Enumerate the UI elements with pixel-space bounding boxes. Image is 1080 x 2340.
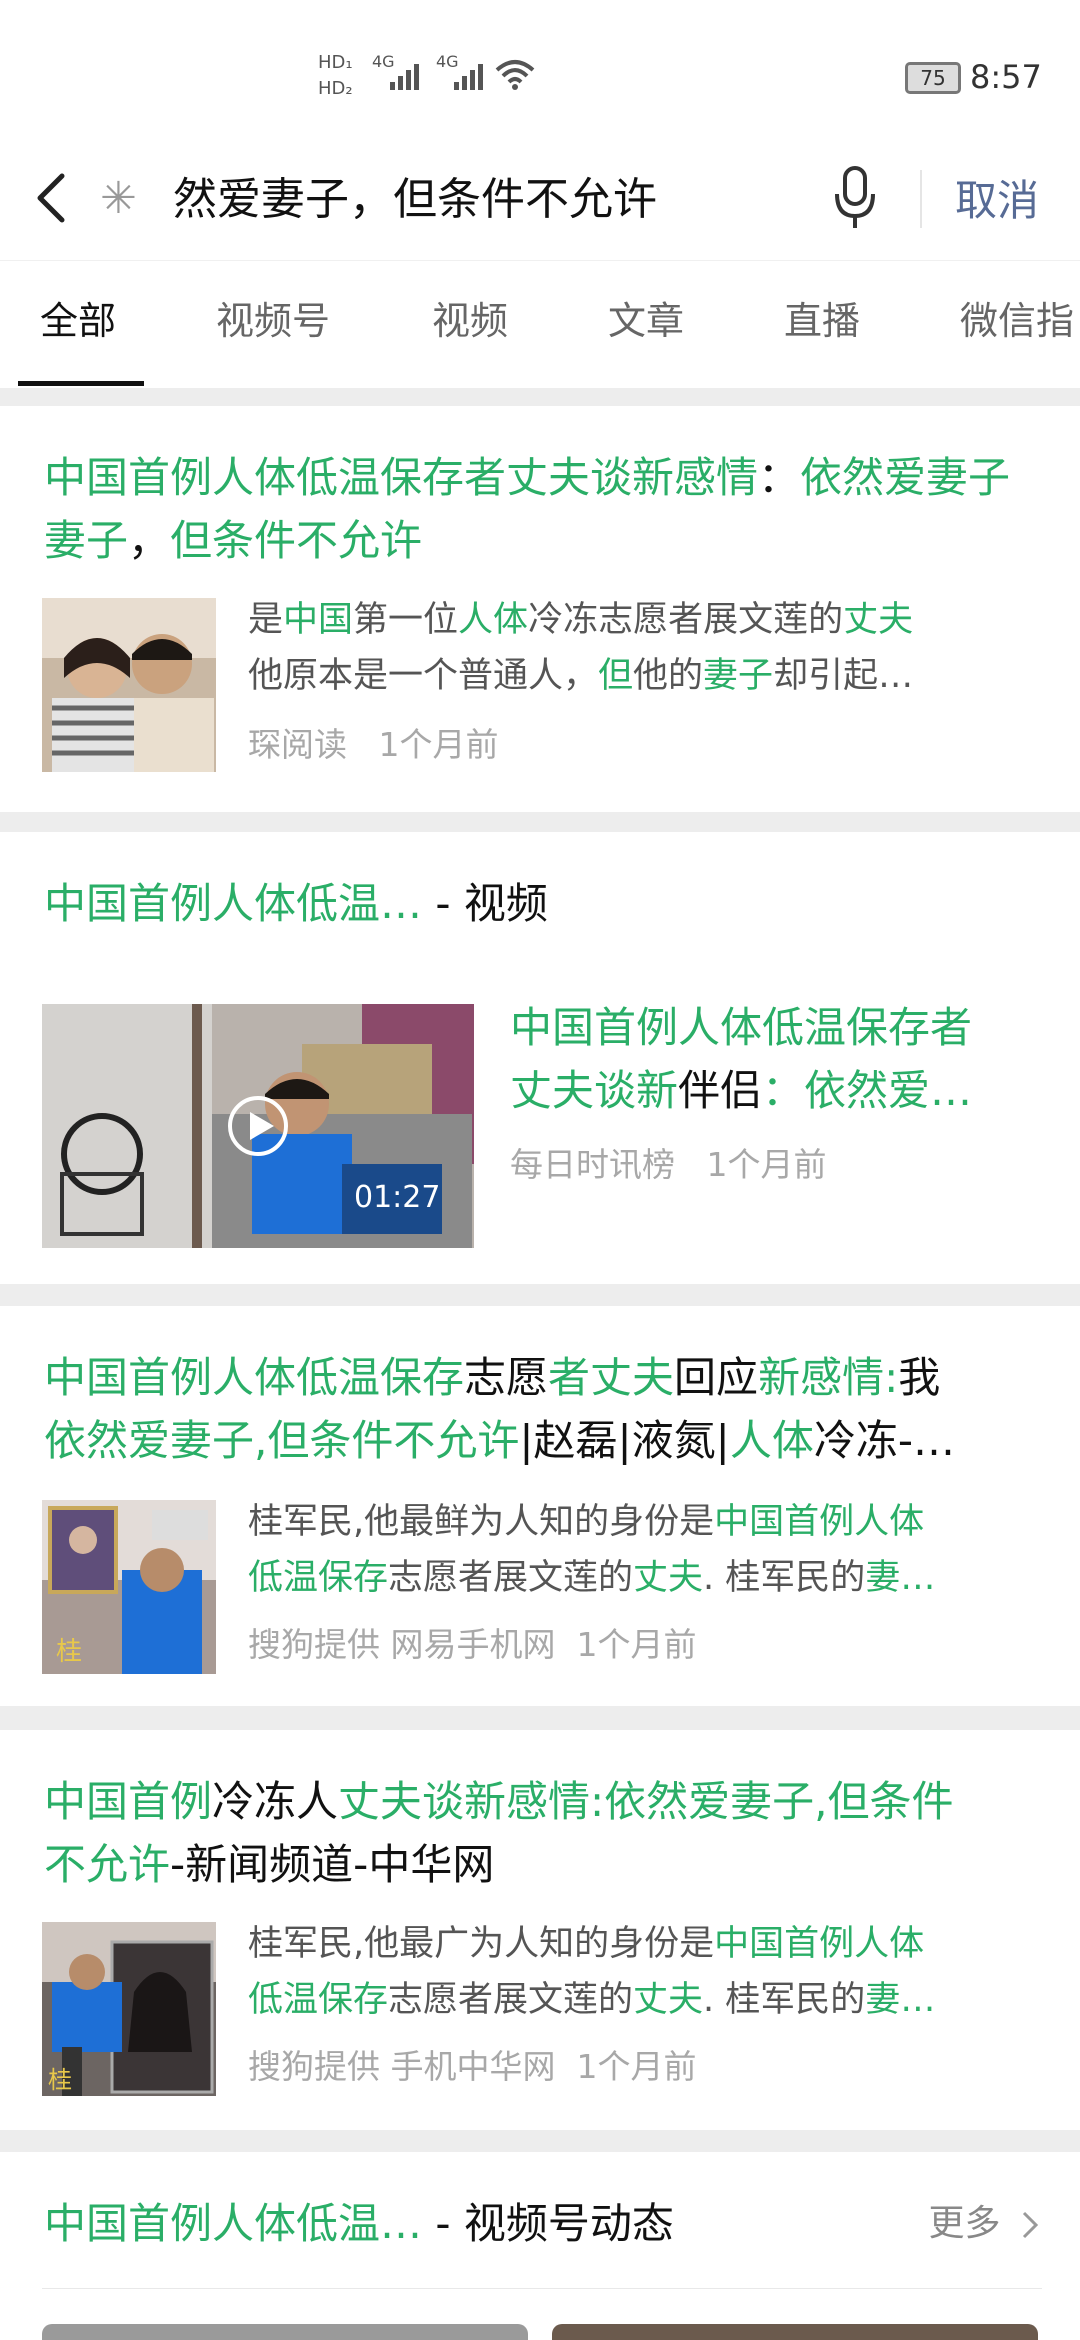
section-title[interactable]: 中国首例人体低温… - 视频号动态 [44,2192,1044,2255]
hd2-label: HD₂ [318,78,353,99]
result-card-article[interactable]: 中国首例人体低温保存志愿者丈夫回应新感情:我 依然爱妻子,但条件不允许|赵磊|液氮… [0,1306,1080,1706]
result-source: 搜狗提供 手机中华网 [248,2047,556,2086]
tab-all[interactable]: 全部 [40,291,116,351]
result-snippet-line2: 低温保存志愿者展文莲的丈夫. 桂军民的妻… [248,1980,936,2020]
loading-spinner-icon: ✳ [100,173,137,224]
video-section: 中国首例人体低温… - 视频 01:27 中国首例人体低温保存者 丈夫谈新伴侣：依… [0,832,1080,1284]
wifi-icon [495,60,535,90]
section-title[interactable]: 中国首例人体低温… - 视频 [44,872,1044,935]
result-time: 1个月前 [378,725,499,764]
result-time: 1个月前 [576,2047,697,2086]
result-thumbnail: 桂 [42,1500,216,1674]
result-thumbnail [42,598,216,772]
result-title[interactable]: 中国首例人体低温保存者丈夫谈新感情：依然爱妻子依然爱妻子妻子，但条件不允许 [44,446,1044,572]
result-card-article[interactable]: 中国首例人体低温保存者丈夫谈新感情：依然爱妻子依然爱妻子妻子，但条件不允许 是中… [0,406,1080,812]
result-meta: 搜狗提供 网易手机网 1个月前 [248,1620,696,1670]
battery-icon: 75 [905,62,961,94]
search-bar: ✳ 然爱妻子，但条件不允许 取消 [0,140,1080,260]
channel-thumbnail-2[interactable] [552,2324,1038,2340]
result-meta: 琛阅读 1个月前 [248,720,498,770]
result-snippet-line1: 是中国第一位人体冷冻志愿者展文莲的丈夫 [248,600,914,640]
result-source: 琛阅读 [248,725,347,764]
tab-articles[interactable]: 文章 [608,291,684,351]
hd1-label: HD₁ [318,52,353,73]
svg-text:桂: 桂 [48,2066,72,2094]
result-snippet-line1: 桂军民,他最广为人知的身份是中国首例人体 [248,1924,925,1964]
result-snippet-line2: 低温保存志愿者展文莲的丈夫. 桂军民的妻… [248,1558,936,1598]
filter-tabs: 全部 视频号 视频 文章 直播 微信指 [0,260,1080,389]
search-divider [920,170,922,228]
result-time: 1个月前 [576,1625,697,1664]
tab-channels[interactable]: 视频号 [216,291,330,351]
search-input[interactable]: 然爱妻子，但条件不允许 [173,164,657,236]
active-tab-indicator [18,381,144,386]
tab-live[interactable]: 直播 [784,291,860,351]
result-source: 搜狗提供 网易手机网 [248,1625,556,1664]
channel-thumbnail-1[interactable] [42,2324,528,2340]
result-thumbnail: 桂 [42,1922,216,2096]
result-meta: 搜狗提供 手机中华网 1个月前 [248,2042,696,2092]
tab-wechat-index[interactable]: 微信指 [960,291,1074,351]
video-time: 1个月前 [706,1145,827,1184]
hd-indicator: HD₁ HD₂ [318,50,353,102]
cancel-button[interactable]: 取消 [955,168,1039,234]
section-divider [42,2288,1042,2289]
chevron-right-icon [1022,2211,1039,2239]
result-snippet-line1: 桂军民,他最鲜为人知的身份是中国首例人体 [248,1502,925,1542]
tab-video[interactable]: 视频 [432,291,508,351]
result-card-article[interactable]: 中国首例冷冻人丈夫谈新感情:依然爱妻子,但条件 不允许-新闻频道-中华网 桂 桂军… [0,1730,1080,2130]
result-title[interactable]: 中国首例冷冻人丈夫谈新感情:依然爱妻子,但条件 不允许-新闻频道-中华网 [44,1770,1044,1896]
video-duration: 01:27 [354,1180,441,1215]
channels-section: 中国首例人体低温… - 视频号动态 更多 [0,2152,1080,2340]
more-button[interactable]: 更多 [929,2194,1042,2254]
clock: 8:57 [970,58,1042,96]
status-bar: HD₁ HD₂ 4G 4G 75 8:57 [0,0,1080,140]
video-thumbnail[interactable]: 01:27 [42,1004,474,1248]
back-arrow-icon[interactable] [32,168,72,228]
result-title[interactable]: 中国首例人体低温保存志愿者丈夫回应新感情:我 依然爱妻子,但条件不允许|赵磊|液氮… [44,1346,1044,1472]
result-snippet-line2: 他原本是一个普通人，但他的妻子却引起… [248,656,914,696]
microphone-icon[interactable] [830,162,880,232]
video-meta: 每日时讯榜 1个月前 [510,1140,826,1190]
more-label: 更多 [928,2203,1001,2244]
svg-text:桂: 桂 [56,1637,82,1667]
video-source: 每日时讯榜 [510,1145,675,1184]
video-title[interactable]: 中国首例人体低温保存者 丈夫谈新伴侣：依然爱… [510,996,1030,1122]
top-header: HD₁ HD₂ 4G 4G 75 8:57 ✳ 然爱妻子，但条件不允许 取消 全… [0,0,1080,388]
